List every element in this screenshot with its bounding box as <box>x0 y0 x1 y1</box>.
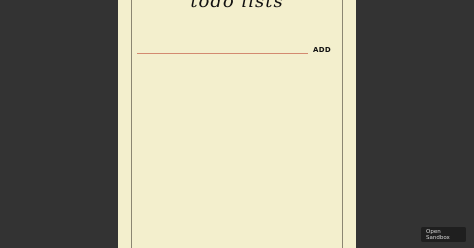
todo-paper: todo lists ADD <box>118 0 356 248</box>
add-button[interactable]: ADD <box>313 44 331 56</box>
todo-input[interactable] <box>137 41 308 54</box>
open-sandbox-button[interactable]: Open Sandbox <box>421 227 466 242</box>
page-title: todo lists <box>190 0 284 12</box>
paper-left-margin-line <box>131 0 132 248</box>
paper-right-margin-line <box>342 0 343 248</box>
app-viewport: todo lists ADD Open Sandbox <box>0 0 474 248</box>
